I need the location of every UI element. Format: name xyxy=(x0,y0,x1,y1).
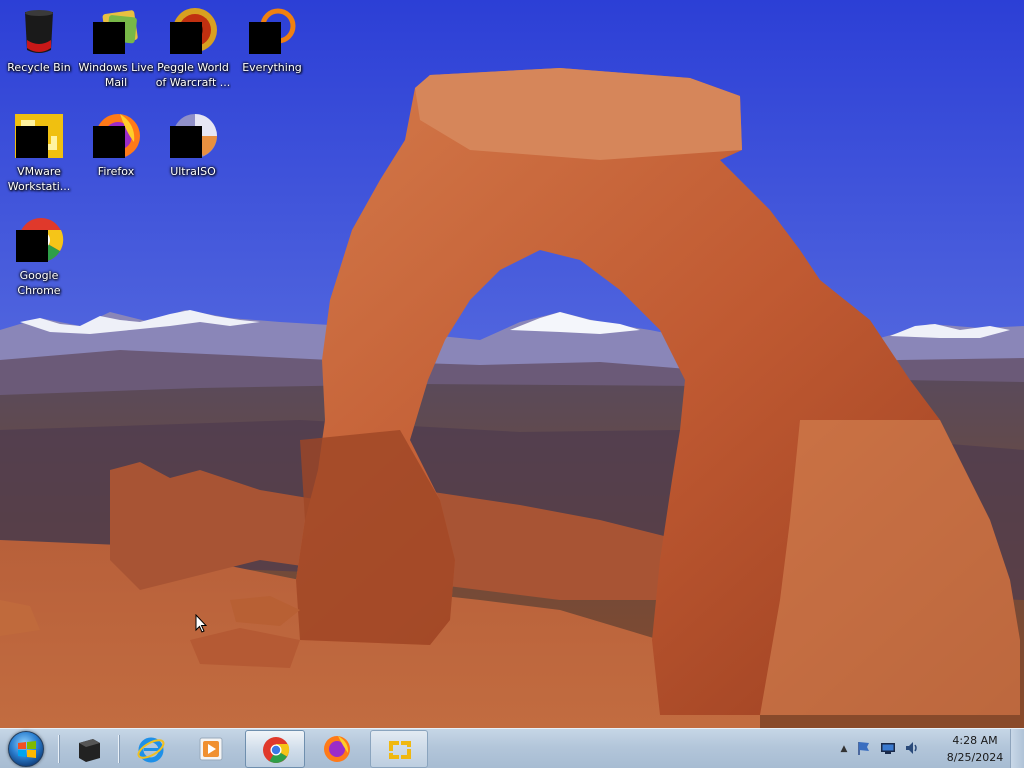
firefox-icon xyxy=(322,734,352,764)
desktop-icon-windows-live-mail[interactable]: Windows Live Mail xyxy=(78,2,154,102)
network-monitor-icon[interactable] xyxy=(880,740,896,756)
chrome-icon xyxy=(261,735,291,765)
start-button[interactable] xyxy=(4,730,48,768)
desktop-icon-label: Peggle World of Warcraft ... xyxy=(155,61,231,89)
windows-logo-icon xyxy=(8,731,44,767)
icon-redaction-block xyxy=(170,22,202,54)
icon-redaction-block xyxy=(170,126,202,158)
desktop-icon-label: Everything xyxy=(242,61,302,74)
system-tray: ▲ 4:28 AM 8/25/2024 xyxy=(834,729,1024,768)
desktop-icon-label: Recycle Bin xyxy=(7,61,71,74)
desktop-icon-peggle[interactable]: Peggle World of Warcraft ... xyxy=(155,2,231,102)
taskbar-button-chrome[interactable] xyxy=(245,730,305,768)
desktop-icon-label: VMware Workstati... xyxy=(7,165,71,193)
icon-redaction-block xyxy=(16,126,48,158)
show-hidden-icons-chevron[interactable]: ▲ xyxy=(838,743,850,755)
desktop-icon-label: UltraISO xyxy=(170,165,216,178)
taskbar-button-vmware[interactable] xyxy=(370,730,428,768)
icon-redaction-block xyxy=(249,22,281,54)
taskbar: ▲ 4:28 AM 8/25/2024 xyxy=(0,728,1024,768)
taskbar-clock[interactable]: 4:28 AM 8/25/2024 xyxy=(934,732,1016,766)
icon-redaction-block xyxy=(93,22,125,54)
clock-time: 4:28 AM xyxy=(952,734,998,747)
desktop-icon-firefox[interactable]: Firefox xyxy=(78,106,154,206)
icon-redaction-block xyxy=(16,230,48,262)
taskbar-button-terminal[interactable] xyxy=(60,730,116,768)
vmware-icon xyxy=(385,735,415,765)
desktop-icon-label: Firefox xyxy=(97,165,135,178)
desktop-icon-ultraiso[interactable]: UltraISO xyxy=(155,106,231,206)
desktop-icon-vmware[interactable]: VMware Workstati... xyxy=(1,106,77,206)
taskbar-button-media-player[interactable] xyxy=(182,730,238,768)
desktop-icon-everything[interactable]: Everything xyxy=(234,2,310,102)
icon-redaction-block xyxy=(93,126,125,158)
show-desktop-button[interactable] xyxy=(1010,729,1024,768)
desktop-icon-google-chrome[interactable]: Google Chrome xyxy=(1,210,77,310)
recycle-bin-icon xyxy=(13,6,65,58)
action-center-flag-icon[interactable] xyxy=(856,740,872,756)
desktop-icon-label: Windows Live Mail xyxy=(78,61,154,89)
desktop-icon-recycle-bin[interactable]: Recycle Bin xyxy=(1,2,77,102)
media-player-icon xyxy=(196,734,226,764)
taskbar-button-firefox[interactable] xyxy=(308,730,364,768)
mouse-pointer-icon xyxy=(195,613,208,634)
taskbar-separator xyxy=(118,735,119,763)
terminal-icon xyxy=(74,734,104,764)
clock-date: 8/25/2024 xyxy=(946,751,1004,764)
taskbar-button-internet-explorer[interactable] xyxy=(122,730,178,768)
desktop-icon-label: Google Chrome xyxy=(17,269,61,297)
internet-explorer-icon xyxy=(136,734,166,764)
volume-icon[interactable] xyxy=(904,740,920,756)
taskbar-separator xyxy=(58,735,59,763)
